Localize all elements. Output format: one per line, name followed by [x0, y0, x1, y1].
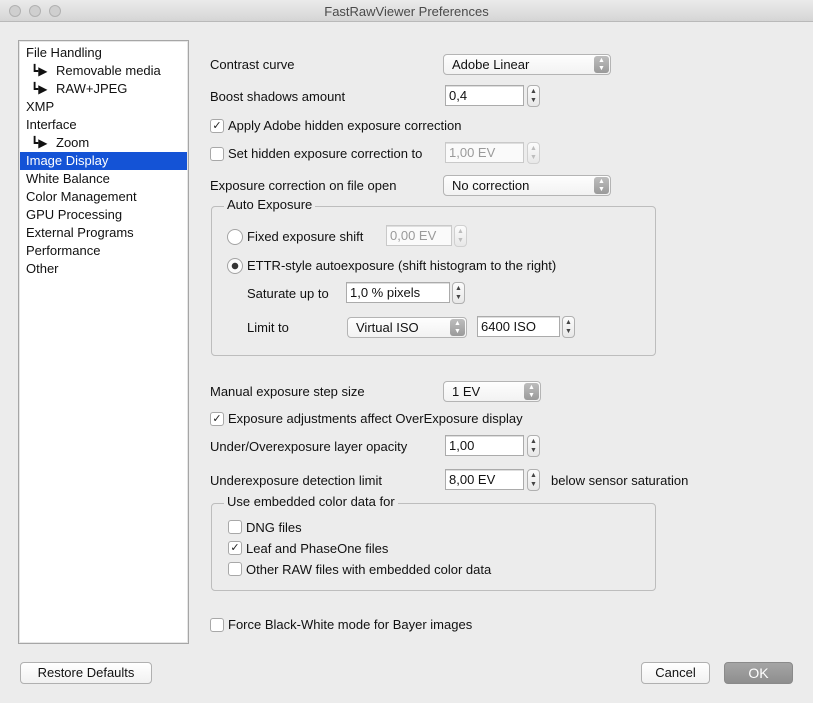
sidebar-item[interactable]: GPU Processing	[19, 206, 188, 224]
underexposure-limit-suffix: below sensor saturation	[551, 473, 689, 488]
limit-mode-select[interactable]: Virtual ISO ▲ ▼	[347, 317, 467, 338]
layer-opacity-stepper[interactable]: ▲ ▼	[527, 435, 540, 457]
set-hidden-correction-checkbox[interactable]	[210, 147, 224, 161]
fixed-shift-radio[interactable]	[227, 229, 243, 245]
saturate-field[interactable]: 1,0 % pixels	[346, 282, 450, 303]
sidebar-item[interactable]: File Handling	[19, 44, 188, 62]
cancel-button[interactable]: Cancel	[641, 662, 710, 684]
fixed-shift-field[interactable]: 0,00 EV	[386, 225, 452, 246]
limit-iso-field[interactable]: 6400 ISO	[477, 316, 560, 337]
contrast-curve-value: Adobe Linear	[452, 57, 530, 72]
select-arrows-icon: ▲ ▼	[594, 177, 609, 194]
layer-opacity-field[interactable]: 1,00	[445, 435, 524, 456]
sidebar-item-label: Color Management	[26, 189, 137, 204]
saturate-label: Saturate up to	[247, 286, 329, 301]
boost-shadows-field[interactable]: 0,4	[445, 85, 524, 106]
leaf-phaseone-label: Leaf and PhaseOne files	[246, 541, 389, 556]
boost-shadows-label: Boost shadows amount	[210, 89, 346, 104]
set-hidden-correction-label: Set hidden exposure correction to	[228, 146, 423, 161]
exposure-on-open-label: Exposure correction on file open	[210, 178, 397, 193]
sidebar-item[interactable]: Color Management	[19, 188, 188, 206]
underexposure-limit-stepper[interactable]: ▲ ▼	[527, 469, 540, 491]
window-title: FastRawViewer Preferences	[324, 4, 489, 19]
sidebar-item-label: Removable media	[56, 63, 161, 78]
fixed-shift-stepper[interactable]: ▲ ▼	[454, 225, 467, 247]
title-bar: FastRawViewer Preferences	[0, 0, 813, 22]
ettr-label: ETTR-style autoexposure (shift histogram…	[247, 258, 557, 273]
apply-adobe-hidden-checkbox[interactable]: ✓	[210, 119, 224, 133]
exposure-on-open-value: No correction	[452, 178, 530, 193]
force-bw-checkbox[interactable]	[210, 618, 224, 632]
sidebar-item[interactable]: XMP	[19, 98, 188, 116]
contrast-curve-label: Contrast curve	[210, 57, 295, 72]
select-arrows-icon: ▲ ▼	[524, 383, 539, 400]
affect-overexposure-label: Exposure adjustments affect OverExposure…	[228, 411, 523, 426]
sidebar-item[interactable]: Other	[19, 260, 188, 278]
underexposure-limit-field[interactable]: 8,00 EV	[445, 469, 524, 490]
other-raw-label: Other RAW files with embedded color data	[246, 562, 492, 577]
sidebar-item-label: XMP	[26, 99, 55, 114]
sub-item-arrow-icon: ┗▶	[31, 82, 48, 96]
sub-item-arrow-icon: ┗▶	[31, 64, 48, 78]
manual-step-label: Manual exposure step size	[210, 384, 365, 399]
dng-files-label: DNG files	[246, 520, 302, 535]
sidebar-item-label: External Programs	[26, 225, 134, 240]
ettr-radio[interactable]	[227, 258, 243, 274]
auto-exposure-title: Auto Exposure	[224, 197, 316, 213]
sidebar-item[interactable]: ┗▶ RAW+JPEG	[19, 80, 188, 98]
select-arrows-icon: ▲ ▼	[594, 56, 609, 73]
sidebar-item-label: Zoom	[56, 135, 90, 150]
limit-to-label: Limit to	[247, 320, 289, 335]
leaf-phaseone-checkbox[interactable]: ✓	[228, 541, 242, 555]
sidebar-item[interactable]: ┗▶ Removable media	[19, 62, 188, 80]
sidebar-item-label: White Balance	[26, 171, 110, 186]
contrast-curve-select[interactable]: Adobe Linear ▲ ▼	[443, 54, 611, 75]
exposure-on-open-select[interactable]: No correction ▲ ▼	[443, 175, 611, 196]
other-raw-checkbox[interactable]	[228, 562, 242, 576]
sidebar-item[interactable]: Performance	[19, 242, 188, 260]
sidebar-item[interactable]: ┗▶ Zoom	[19, 134, 188, 152]
restore-defaults-button[interactable]: Restore Defaults	[20, 662, 152, 684]
affect-overexposure-checkbox[interactable]: ✓	[210, 412, 224, 426]
sidebar-item-label: Image Display	[26, 153, 109, 168]
boost-shadows-stepper[interactable]: ▲ ▼	[527, 85, 540, 107]
sidebar-item-label: Performance	[26, 243, 101, 258]
hidden-correction-stepper[interactable]: ▲ ▼	[527, 142, 540, 164]
apply-adobe-hidden-label: Apply Adobe hidden exposure correction	[228, 118, 462, 133]
layer-opacity-label: Under/Overexposure layer opacity	[210, 439, 408, 454]
manual-step-select[interactable]: 1 EV ▲ ▼	[443, 381, 541, 402]
sub-item-arrow-icon: ┗▶	[31, 136, 48, 150]
sidebar-item-label: RAW+JPEG	[56, 81, 128, 96]
sidebar-item[interactable]: Interface	[19, 116, 188, 134]
sidebar-item-label: Interface	[26, 117, 77, 132]
preferences-category-list[interactable]: File Handling ┗▶ Removable media ┗▶ RAW+JPEG…	[18, 40, 189, 644]
limit-iso-stepper[interactable]: ▲ ▼	[562, 316, 575, 338]
hidden-correction-field[interactable]: 1,00 EV	[445, 142, 524, 163]
ok-button[interactable]: OK	[724, 662, 793, 684]
sidebar-item[interactable]: White Balance	[19, 170, 188, 188]
sidebar-item[interactable]: External Programs	[19, 224, 188, 242]
dng-files-checkbox[interactable]	[228, 520, 242, 534]
sidebar-item-label: GPU Processing	[26, 207, 123, 222]
limit-mode-value: Virtual ISO	[356, 320, 419, 335]
saturate-stepper[interactable]: ▲ ▼	[452, 282, 465, 304]
sidebar-item-label: File Handling	[26, 45, 102, 60]
force-bw-label: Force Black-White mode for Bayer images	[228, 617, 473, 632]
sidebar-item[interactable]: Image Display	[20, 152, 187, 170]
manual-step-value: 1 EV	[452, 384, 481, 399]
sidebar-item-label: Other	[26, 261, 59, 276]
underexposure-limit-label: Underexposure detection limit	[210, 473, 382, 488]
fixed-shift-label: Fixed exposure shift	[247, 229, 364, 244]
embedded-color-title: Use embedded color data for	[224, 494, 398, 510]
select-arrows-icon: ▲ ▼	[450, 319, 465, 336]
